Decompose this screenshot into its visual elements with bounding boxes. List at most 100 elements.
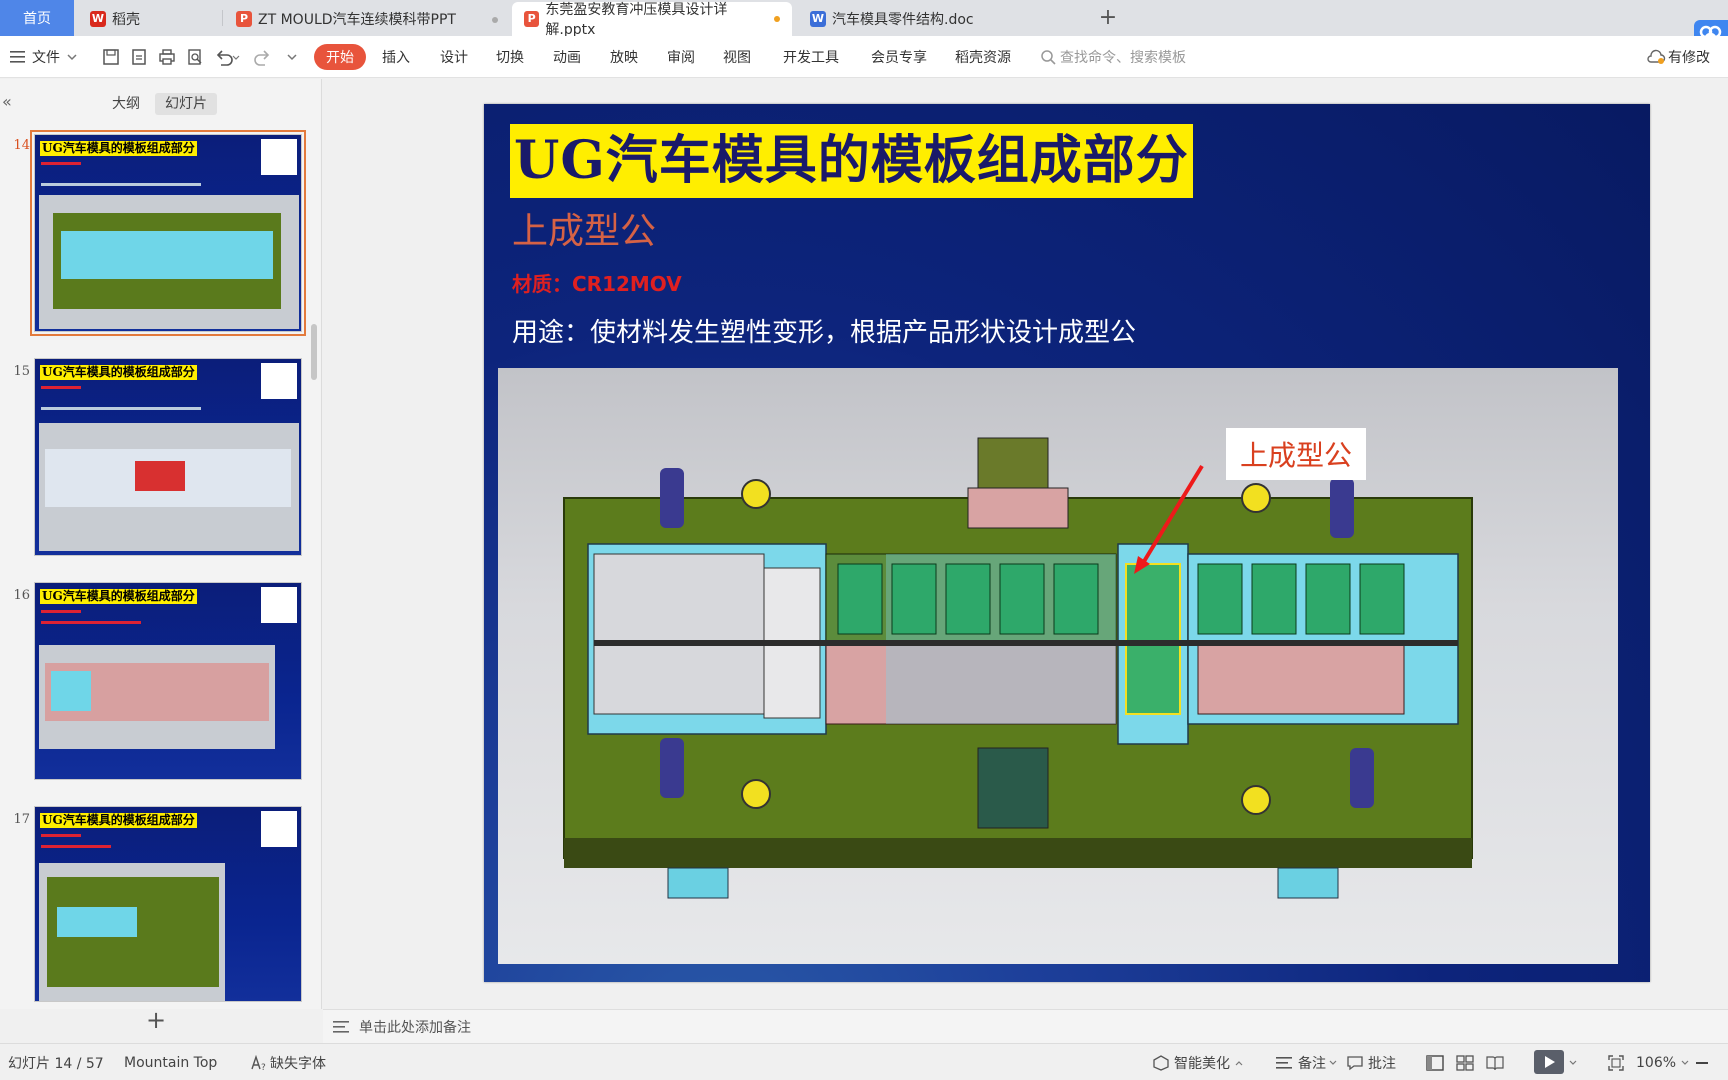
callout-label[interactable]: 上成型公 xyxy=(1226,428,1367,480)
reading-view-button[interactable] xyxy=(1486,1044,1508,1080)
tab-transition[interactable]: 切换 xyxy=(496,36,524,78)
book-icon xyxy=(1486,1055,1504,1070)
thumbnail-title: UG汽车模具的模板组成部分 xyxy=(40,141,197,156)
normal-view-icon xyxy=(1426,1054,1444,1071)
notes-icon xyxy=(1276,1056,1292,1069)
current-slide[interactable]: UG汽车模具的模板组成部分 上成型公 材质：CR12MOV 用途：使材料发生塑性… xyxy=(484,104,1650,982)
tab-start[interactable]: 开始 xyxy=(314,44,366,70)
undo-button[interactable] xyxy=(214,36,240,78)
tab-slides[interactable]: 幻灯片 xyxy=(155,93,217,115)
die-assembly-image[interactable]: 上成型公 xyxy=(498,368,1618,964)
print-icon xyxy=(159,49,175,65)
slide-thumbnail-15[interactable]: UG汽车模具的模板组成部分 xyxy=(34,358,302,556)
tab-review[interactable]: 审阅 xyxy=(667,36,695,78)
zoom-level[interactable]: 106% xyxy=(1636,1044,1694,1080)
add-slide-button[interactable]: + xyxy=(146,1006,166,1034)
tab-zt-mould[interactable]: P ZT MOULD汽车连续模科带PPT xyxy=(224,2,508,36)
slide-number: 16 xyxy=(13,588,30,603)
print-preview-icon xyxy=(188,49,202,65)
redo-button[interactable] xyxy=(254,36,272,78)
tab-membership[interactable]: 会员专享 xyxy=(871,36,927,78)
tab-view[interactable]: 视图 xyxy=(723,36,751,78)
tab-insert[interactable]: 插入 xyxy=(382,36,410,78)
chevron-down-icon xyxy=(1569,1060,1577,1065)
thumbnail-title: UG汽车模具的模板组成部分 xyxy=(40,365,197,380)
tab-active-pptx[interactable]: P 东莞盈安教育冲压模具设计详解.pptx xyxy=(512,2,792,38)
slide-sorter-button[interactable] xyxy=(1456,1044,1478,1080)
panel-scrollbar[interactable] xyxy=(311,324,317,380)
slide-material[interactable]: 材质：CR12MOV xyxy=(512,268,682,297)
tab-separator xyxy=(222,10,223,26)
thumbnail-subtitle-mark xyxy=(41,386,81,389)
logo-icon xyxy=(261,139,297,175)
tab-design[interactable]: 设计 xyxy=(440,36,468,78)
modified-dot-icon xyxy=(774,16,780,22)
smart-beautify-label: 智能美化 xyxy=(1174,1055,1230,1072)
smart-beautify-button[interactable]: 智能美化 xyxy=(1152,1044,1248,1080)
thumbnail-text-mark xyxy=(41,621,141,624)
modified-label: 有修改 xyxy=(1668,50,1710,66)
save-button[interactable] xyxy=(102,36,120,78)
missing-font-label: 缺失字体 xyxy=(270,1055,326,1072)
slide-usage[interactable]: 用途：使材料发生塑性变形，根据产品形状设计成型公 xyxy=(512,312,1136,349)
hamburger-icon xyxy=(10,51,25,63)
ribbon-toolbar: 文件 开始 插入 设计 切换 动画 放映 审阅 视图 开发工具 会员专享 稻壳资… xyxy=(0,36,1728,78)
tab-outline[interactable]: 大纲 xyxy=(102,93,150,115)
quick-access-more[interactable] xyxy=(286,36,298,78)
slide-thumbnail-17[interactable]: UG汽车模具的模板组成部分 xyxy=(34,806,302,1002)
play-slideshow-button[interactable] xyxy=(1534,1050,1564,1074)
notes-toggle[interactable]: 备注 xyxy=(1276,1044,1342,1080)
notes-placeholder: 单击此处添加备注 xyxy=(359,1019,471,1036)
tab-slideshow[interactable]: 放映 xyxy=(610,36,638,78)
modified-status[interactable]: 有修改 xyxy=(1646,36,1710,78)
comments-toggle[interactable]: 批注 xyxy=(1346,1044,1396,1080)
close-icon[interactable] xyxy=(492,17,498,23)
logo-icon xyxy=(261,811,297,847)
command-search[interactable]: 查找命令、搜索模板 xyxy=(1040,36,1186,78)
zoom-out-button[interactable] xyxy=(1696,1044,1714,1080)
cloud-icon xyxy=(1647,49,1666,64)
status-bar: 幻灯片 14 / 57 Mountain Top ? 缺失字体 智能美化 备注 … xyxy=(0,1043,1728,1080)
file-menu-label: 文件 xyxy=(32,50,60,66)
slide-number: 17 xyxy=(13,812,30,827)
tab-docer[interactable]: W 稻壳 xyxy=(78,2,220,36)
new-tab-button[interactable]: + xyxy=(1094,4,1122,32)
slide-thumbnail-14[interactable]: UG汽车模具的模板组成部分 xyxy=(30,130,306,336)
normal-view-button[interactable] xyxy=(1426,1044,1448,1080)
collapse-panel-icon[interactable]: « xyxy=(2,92,12,111)
save-icon xyxy=(103,49,119,65)
chevron-down-icon xyxy=(1329,1060,1337,1065)
tab-developer[interactable]: 开发工具 xyxy=(783,36,839,78)
play-options-dropdown[interactable] xyxy=(1568,1044,1582,1080)
slide-position: 幻灯片 14 / 57 xyxy=(8,1055,104,1072)
print-preview-button[interactable] xyxy=(186,36,204,78)
font-icon: ? xyxy=(251,1054,266,1071)
tab-home[interactable]: 首页 xyxy=(0,0,74,36)
tab-docer-label: 稻壳 xyxy=(112,12,140,28)
thumbnail-image-part xyxy=(51,671,91,711)
thumbnail-text-mark xyxy=(41,845,111,848)
thumbnail-subtitle-mark xyxy=(41,834,81,837)
slide-thumbnail-16[interactable]: UG汽车模具的模板组成部分 xyxy=(34,582,302,780)
slide-title[interactable]: UG汽车模具的模板组成部分 xyxy=(510,124,1193,198)
thumbnail-image-part xyxy=(57,907,137,937)
notes-toggle-label: 备注 xyxy=(1298,1055,1326,1072)
tab-doc-label: 汽车模具零件结构.doc xyxy=(832,12,974,28)
notes-bar[interactable]: 单击此处添加备注 xyxy=(323,1009,1728,1043)
play-icon xyxy=(1545,1056,1555,1068)
fit-to-window-button[interactable] xyxy=(1608,1044,1628,1080)
minus-icon xyxy=(1696,1061,1708,1064)
word-icon: W xyxy=(810,11,826,27)
tab-doc[interactable]: W 汽车模具零件结构.doc xyxy=(798,2,1082,36)
export-pdf-button[interactable] xyxy=(130,36,148,78)
theme-name[interactable]: Mountain Top xyxy=(124,1044,217,1080)
tab-bar: 首页 W 稻壳 P ZT MOULD汽车连续模科带PPT P 东莞盈安教育冲压模… xyxy=(0,0,1728,50)
slide-subtitle[interactable]: 上成型公 xyxy=(512,202,656,254)
print-button[interactable] xyxy=(158,36,176,78)
chevron-down-icon xyxy=(67,54,77,61)
chevron-down-icon xyxy=(287,54,297,61)
tab-animation[interactable]: 动画 xyxy=(553,36,581,78)
tab-docer-resources[interactable]: 稻壳资源 xyxy=(955,36,1011,78)
file-menu[interactable]: 文件 xyxy=(10,36,78,78)
missing-font-button[interactable]: ? 缺失字体 xyxy=(250,1044,326,1080)
